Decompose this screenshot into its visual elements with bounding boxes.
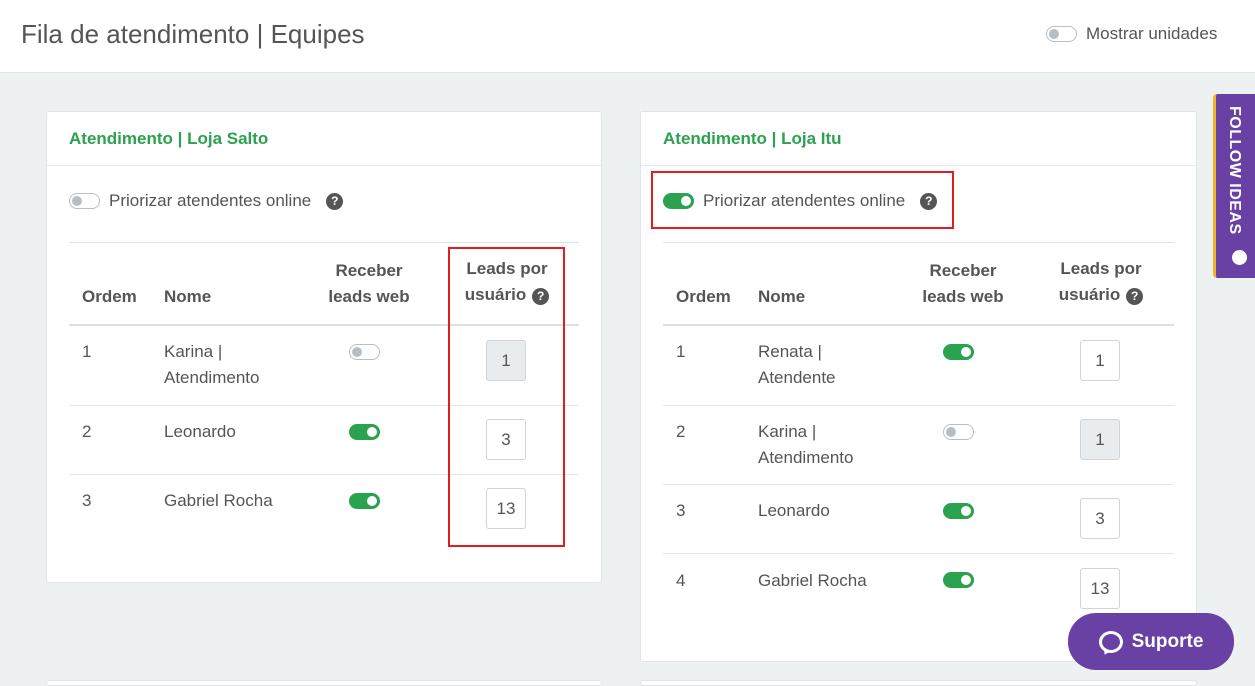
- column-header-receive-line2: leads web: [328, 287, 410, 306]
- chat-bubble-icon: [1098, 630, 1123, 653]
- receive-leads-toggle[interactable]: [349, 493, 380, 509]
- toggle-knob: [367, 496, 377, 506]
- column-header-leads-label: usuário: [1058, 285, 1121, 304]
- column-header-leads-line2: usuário?: [1041, 282, 1161, 308]
- toggle-knob: [72, 196, 82, 206]
- follow-ideas-label: FOLLOW IDEAS: [1226, 106, 1243, 235]
- team-card-stub: [46, 680, 602, 686]
- row-name-line2: Atendente: [758, 368, 836, 387]
- row-order: 2: [82, 422, 92, 441]
- row-name: Renata | Atendente: [758, 339, 836, 391]
- top-bar: Fila de atendimento | Equipes Mostrar un…: [0, 0, 1255, 73]
- row-name: Leonardo: [758, 498, 830, 524]
- receive-leads-toggle[interactable]: [943, 424, 974, 440]
- page-title: Fila de atendimento | Equipes: [21, 19, 365, 49]
- row-order: 1: [676, 342, 686, 361]
- leads-per-user-input[interactable]: 1: [1080, 419, 1120, 460]
- prioritize-online-control[interactable]: Priorizar atendentes online ?: [69, 191, 344, 211]
- leads-per-user-input[interactable]: 3: [1080, 498, 1120, 539]
- row-name-line1: Karina |: [758, 422, 817, 441]
- show-units-control[interactable]: Mostrar unidades: [1046, 24, 1217, 44]
- leads-per-user-input[interactable]: 13: [1080, 568, 1120, 609]
- column-header-order: Ordem: [676, 287, 731, 306]
- receive-leads-toggle[interactable]: [349, 424, 380, 440]
- toggle-knob: [946, 427, 956, 437]
- team-card-stub: [640, 680, 1197, 686]
- show-units-label: Mostrar unidades: [1086, 24, 1218, 43]
- column-header-receive: Receber leads web: [309, 258, 429, 310]
- prioritize-online-toggle[interactable]: [69, 193, 100, 209]
- column-header-name: Nome: [164, 287, 212, 306]
- toggle-knob: [352, 347, 362, 357]
- row-name-line1: Leonardo: [164, 422, 236, 441]
- receive-leads-toggle[interactable]: [349, 344, 380, 360]
- row-name-line2: Atendimento: [164, 368, 260, 387]
- column-header-order: Ordem: [82, 287, 137, 306]
- row-order: 3: [82, 491, 92, 510]
- row-order: 3: [676, 501, 686, 520]
- row-name-line1: Karina |: [164, 342, 223, 361]
- card-header: Atendimento | Loja Itu: [641, 112, 1196, 166]
- row-order: 4: [676, 571, 686, 590]
- annotation-highlight-prioritize: [651, 171, 954, 229]
- column-header-receive: Receber leads web: [903, 258, 1023, 310]
- row-name: Karina | Atendimento: [164, 339, 259, 391]
- row-name: Gabriel Rocha: [758, 568, 867, 594]
- row-name: Karina | Atendimento: [758, 419, 853, 471]
- row-name-line2: Atendimento: [758, 448, 854, 467]
- row-order: 2: [676, 422, 686, 441]
- column-header-receive-line2: leads web: [922, 287, 1004, 306]
- card-title: Atendimento | Loja Itu: [663, 129, 842, 148]
- prioritize-online-label: Priorizar atendentes online: [109, 191, 312, 210]
- show-units-toggle[interactable]: [1046, 26, 1077, 42]
- annotation-highlight-leads-column: [448, 247, 565, 547]
- card-header: Atendimento | Loja Salto: [47, 112, 601, 166]
- card-title: Atendimento | Loja Salto: [69, 129, 269, 148]
- follow-ideas-tab[interactable]: FOLLOW IDEAS: [1213, 94, 1255, 278]
- toggle-knob: [961, 575, 971, 585]
- row-name-line1: Leonardo: [758, 501, 830, 520]
- column-header-receive-line1: Receber: [929, 261, 997, 280]
- receive-leads-toggle[interactable]: [943, 572, 974, 588]
- toggle-knob: [367, 427, 377, 437]
- support-button[interactable]: Suporte: [1068, 613, 1234, 670]
- table-header-border: [663, 324, 1174, 326]
- support-label: Suporte: [1131, 630, 1204, 652]
- table-top-border: [663, 242, 1174, 243]
- table-top-border: [69, 242, 579, 243]
- help-icon[interactable]: ?: [1126, 287, 1144, 305]
- row-order: 1: [82, 342, 92, 361]
- toggle-knob: [1049, 29, 1059, 39]
- row-divider: [663, 484, 1174, 485]
- column-header-leads: Leads por usuário?: [1041, 256, 1161, 308]
- row-name: Leonardo: [164, 419, 236, 445]
- leads-per-user-input[interactable]: 1: [1080, 340, 1120, 381]
- receive-leads-toggle[interactable]: [943, 344, 974, 360]
- toggle-knob: [961, 506, 971, 516]
- column-header-leads-line1: Leads por: [1060, 259, 1142, 278]
- row-name: Gabriel Rocha: [164, 488, 273, 514]
- column-header-name: Nome: [758, 287, 806, 306]
- row-divider: [663, 553, 1174, 554]
- receive-leads-toggle[interactable]: [943, 503, 974, 519]
- row-name-line1: Renata |: [758, 342, 822, 361]
- row-name-line1: Gabriel Rocha: [758, 571, 867, 590]
- lightbulb-icon: [1232, 250, 1247, 265]
- row-name-line1: Gabriel Rocha: [164, 491, 273, 510]
- column-header-receive-line1: Receber: [335, 261, 403, 280]
- help-icon[interactable]: ?: [326, 192, 344, 210]
- row-divider: [663, 405, 1174, 406]
- toggle-knob: [961, 347, 971, 357]
